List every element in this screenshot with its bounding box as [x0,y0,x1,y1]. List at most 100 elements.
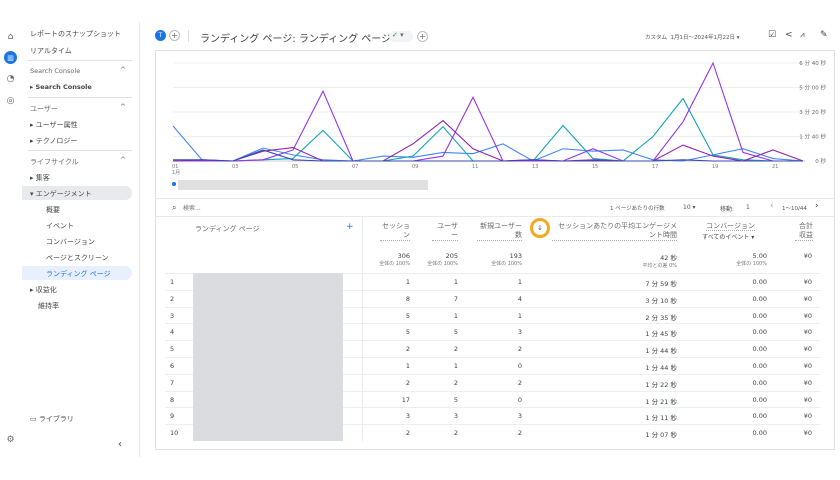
cell-row-number: 6 [170,362,175,370]
nav-engagement[interactable]: ▾ エンゲージメント [30,189,92,199]
nav-overview[interactable]: 概要 [46,205,60,215]
nav-library[interactable]: ▭ ライブラリ [30,414,74,424]
goto-input[interactable]: 1 [746,204,750,211]
goto-label: 移動: [720,206,735,213]
nav-monetization[interactable]: ▸ 収益化 [30,285,57,295]
rows-per-page-select[interactable]: 10 ▾ [683,204,696,211]
icon-rail: ⌂ ▥ ◔ ◎ ⚙ [0,22,22,457]
nav-acquisition[interactable]: ▸ 集客 [30,173,50,183]
sort-arrow-down-icon[interactable]: ↓ [530,218,550,238]
date-range-picker[interactable]: カスタム 1月1日～2024年1月22日 ▾ [645,33,740,41]
col-sessions[interactable]: セッション [380,222,410,241]
home-icon[interactable]: ⌂ [4,30,17,43]
cell-row-number: 2 [170,294,175,303]
legend-label-redacted [178,180,428,190]
col-landing-page[interactable]: ランディング ページ [195,224,260,234]
folder-icon: ▭ [30,415,37,423]
cell-sessions: 5 [405,311,410,320]
y-tick-label: 5 分 00 秒 [799,84,826,92]
collapse-chevron-icon[interactable]: ‹ [118,439,122,450]
nav-realtime[interactable]: リアルタイム [30,46,72,56]
col-conversions-label: コンバージョン [706,222,755,231]
section-user[interactable]: ユーザー [30,104,58,114]
cell-users: 1 [453,362,458,370]
nav-search-console[interactable]: ▸ Search Console [30,83,92,91]
pencil-icon[interactable]: ✎ [820,30,828,40]
prev-page-icon[interactable]: ‹ [770,201,774,211]
nav-snapshot[interactable]: レポートのスナップショット [30,29,121,39]
total-conversions-value: 5.00 [752,252,767,260]
nav-events[interactable]: イベント [46,221,74,231]
cell-new-users: 3 [517,412,522,421]
cell-sessions: 8 [405,294,410,303]
x-tick-label: 19 [712,164,718,170]
cell-conversions: 0.00 [752,362,767,370]
cell-users: 3 [453,412,458,421]
edit-report-icon[interactable]: ☑ [768,30,776,40]
nav-retention[interactable]: 維持率 [38,301,59,311]
cell-new-users: 2 [517,378,522,387]
status-check-icon[interactable]: ✓ ▾ [389,31,413,42]
cell-conversions: 0.00 [752,395,767,404]
chevron-up-icon[interactable]: ^ [120,156,126,164]
cell-new-users: 2 [517,429,522,438]
nav-technology-label: テクノロジー [35,137,78,145]
chevron-up-icon[interactable]: ^ [120,103,126,111]
nav-acquisition-label: 集客 [35,174,50,182]
search-input[interactable] [183,203,333,213]
col-revenue[interactable]: 合計収益 [795,222,813,241]
series-line-1[interactable] [172,125,804,162]
share-icon[interactable]: < [785,30,793,40]
cell-revenue: ¥0 [803,311,812,320]
total-conversions-sub: 全体の 100% [736,261,767,267]
section-lifecycle[interactable]: ライフサイクル [30,157,79,167]
col-avg-engagement-time[interactable]: セッションあたりの平均エンゲージメント時間 [552,222,677,241]
add-comparison-icon[interactable]: + [169,30,180,41]
total-avg-time-sub: 平均との差 0% [642,263,677,269]
nav-conversions[interactable]: コンバージョン [46,237,95,247]
cell-sessions: 3 [405,412,410,421]
page-title: ランディング ページ: ランディング ページ [200,34,392,45]
insights-icon[interactable]: ⩘ [800,30,805,40]
explore-icon[interactable]: ◔ [4,72,17,85]
cell-new-users: 1 [517,311,522,320]
cell-revenue: ¥0 [803,378,812,387]
col-new-users[interactable]: 新規ユーザー数 [477,222,522,241]
cell-new-users: 0 [517,395,522,404]
x-tick-label: 07 [352,164,358,170]
x-tick-label: 03 [232,164,238,170]
rows-per-page-label: 1 ページあたりの行数 [610,206,665,212]
cell-revenue: ¥0 [803,294,812,303]
cell-revenue: ¥0 [803,278,812,286]
cell-avg-time: 1 分 44 秒 [645,347,677,356]
conversion-event-filter[interactable]: すべてのイベント ▾ [702,232,754,241]
cell-conversions: 0.00 [752,429,767,438]
cell-users: 1 [453,311,458,320]
cell-row-number: 5 [170,345,175,354]
add-dimension-icon[interactable]: + [346,222,354,232]
total-avg-time: 42 秒平均との差 0% [607,252,677,269]
nav-landing-page[interactable]: ランディング ページ [46,269,111,279]
series-line-4[interactable] [172,119,804,162]
cell-users: 2 [453,345,458,354]
cell-row-number: 8 [170,395,175,404]
add-filter-icon[interactable]: + [417,31,428,42]
nav-technology[interactable]: ▸ テクノロジー [30,136,77,146]
col-users[interactable]: ユーザー [432,222,458,241]
cell-users: 1 [453,278,458,286]
section-search-console[interactable]: Search Console [30,67,80,75]
landing-page-values-redacted [193,273,343,441]
gear-icon[interactable]: ⚙ [4,433,17,446]
cell-avg-time: 1 分 44 秒 [645,364,677,372]
col-conversions[interactable]: コンバージョン [695,222,755,231]
avatar[interactable]: T [155,30,166,41]
chevron-up-icon[interactable]: ^ [120,66,126,74]
cell-avg-time: 3 分 10 秒 [645,296,677,305]
cell-row-number: 7 [170,378,175,387]
next-page-icon[interactable]: › [815,201,819,211]
advertising-icon[interactable]: ◎ [4,94,17,107]
cell-users: 5 [453,328,458,337]
nav-pages-screens[interactable]: ページとスクリーン [46,253,109,263]
nav-user-attributes[interactable]: ▸ ユーザー属性 [30,120,78,130]
reports-icon[interactable]: ▥ [4,51,17,64]
